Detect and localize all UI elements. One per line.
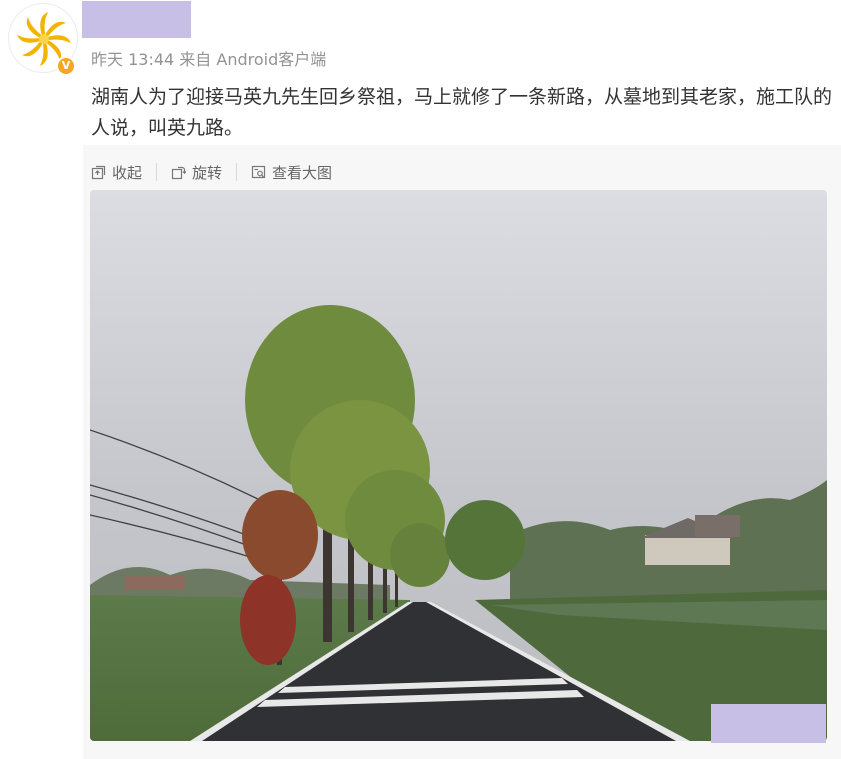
house [645,535,730,565]
collapse-icon [91,165,106,179]
rotate-label: 旋转 [192,163,223,182]
red-tree [242,490,318,580]
view-large-label: 查看大图 [272,163,333,182]
username-redacted[interactable] [82,1,191,38]
tree-canopy-right [445,500,525,580]
collapse-label: 收起 [112,163,143,182]
watermark-redacted [711,704,826,743]
rotate-icon [171,166,187,179]
house-upper [695,515,740,537]
verified-icon: V [56,56,76,76]
collapse-button[interactable]: 收起 [91,162,142,183]
tree-canopy [390,523,450,587]
post-meta: 昨天 13:44 来自 Android客户端 [91,50,327,69]
toolbar-divider [236,163,238,181]
post-text: 湖南人为了迎接马英九先生回乡祭祖，马上就修了一条新路，从墓地到其老家，施工队的人… [91,86,833,139]
view-large-button[interactable]: 查看大图 [251,162,332,183]
post-photo[interactable] [90,190,827,741]
house-left [125,575,185,590]
red-tree [240,575,296,665]
toolbar-divider [156,163,158,181]
media-toolbar: 收起 旋转 查看大图 [91,160,332,184]
rotate-button[interactable]: 旋转 [171,162,222,183]
view-large-icon [251,165,266,178]
